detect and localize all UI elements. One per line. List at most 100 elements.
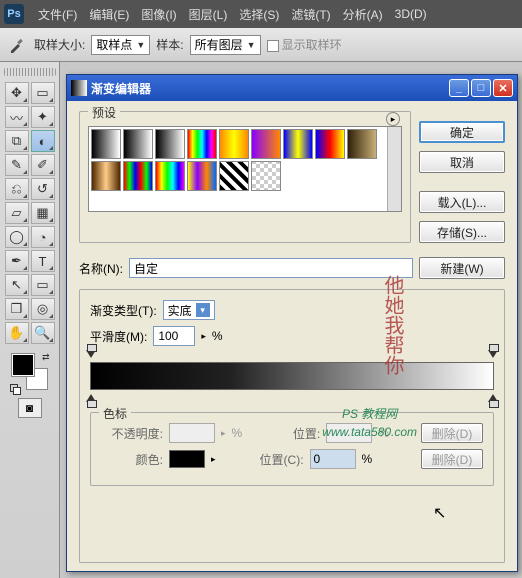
preset-swatch[interactable] [155,161,185,191]
preset-swatch[interactable] [251,161,281,191]
history-brush-tool[interactable]: ↺ [31,178,55,200]
stop-color-swatch[interactable] [169,450,205,468]
brush-tool[interactable]: ✐ [31,154,55,176]
menu-analysis[interactable]: 分析(A) [337,6,389,23]
options-bar: 取样大小: 取样点▼ 样本: 所有图层▼ 显示取样环 [0,28,522,62]
quick-mask-toggle[interactable]: ◙ [18,398,42,418]
preset-swatch[interactable] [155,129,185,159]
foreground-color-swatch[interactable] [12,354,34,376]
menu-filter[interactable]: 滤镜(T) [285,6,336,23]
save-button[interactable]: 存储(S)... [419,221,505,243]
menu-layer[interactable]: 图层(L) [183,6,234,23]
percent-sign: % [362,452,373,466]
color-label: 颜色: [101,451,163,468]
load-button[interactable]: 载入(L)... [419,191,505,213]
healing-brush-tool[interactable]: ✎ [5,154,29,176]
gradient-type-select[interactable]: 实底▾ [163,300,215,320]
sample-layers-select[interactable]: 所有图层▼ [190,35,261,55]
pen-tool[interactable]: ✒ [5,250,29,272]
menu-file[interactable]: 文件(F) [32,6,83,23]
menu-edit[interactable]: 编辑(E) [83,6,135,23]
preset-swatch[interactable] [347,129,377,159]
sample-label: 样本: [156,36,183,53]
stops-group-label: 色标 [99,405,131,422]
ps-logo-icon: Ps [4,4,24,24]
position-label: 位置: [258,425,320,442]
swap-colors-icon[interactable]: ⇄ [42,352,50,363]
preset-swatch[interactable] [91,129,121,159]
toolbox-grip[interactable] [4,68,56,76]
sample-size-select[interactable]: 取样点▼ [91,35,150,55]
opacity-input [169,423,215,443]
preset-group: 预设 ▸ [79,111,411,243]
gradient-tool[interactable]: ▦ [31,202,55,224]
menu-3d[interactable]: 3D(D) [389,7,433,21]
lasso-tool[interactable]: 〰 [5,106,29,128]
name-input[interactable]: 自定 [129,258,413,278]
default-colors-icon[interactable] [10,384,18,392]
preset-menu-icon[interactable]: ▸ [386,112,400,126]
gradient-settings-group: 渐变类型(T): 实底▾ 平滑度(M): 100 ▸ % 色标 不透明度: [79,289,505,563]
3d-tool[interactable]: ❒ [5,298,29,320]
preset-swatch[interactable] [283,129,313,159]
dialog-titlebar[interactable]: 渐变编辑器 _ □ ✕ [67,75,517,101]
color-position-input[interactable]: 0 [310,449,356,469]
hand-tool[interactable]: ✋ [5,322,29,344]
name-label: 名称(N): [79,260,123,277]
percent-label: % [212,329,223,343]
opacity-stop-right[interactable] [488,350,498,360]
opacity-label: 不透明度: [101,425,163,442]
position-c-label: 位置(C): [242,451,304,468]
gradient-bar-editor[interactable] [90,362,494,390]
maximize-button[interactable]: □ [471,79,491,97]
type-tool[interactable]: T [31,250,55,272]
preset-group-label: 预设 [88,104,120,121]
preset-swatch[interactable] [187,161,217,191]
smoothness-label: 平滑度(M): [90,328,147,345]
show-sample-ring-checkbox[interactable]: 显示取样环 [267,36,342,53]
preset-swatch[interactable] [219,129,249,159]
close-button[interactable]: ✕ [493,79,513,97]
gradient-editor-dialog: 渐变编辑器 _ □ ✕ 预设 ▸ [66,74,518,572]
color-swatches[interactable]: ⇄ [12,354,48,390]
preset-swatch[interactable] [123,129,153,159]
zoom-tool[interactable]: 🔍 [31,322,55,344]
new-button[interactable]: 新建(W) [419,257,505,279]
eraser-tool[interactable]: ▱ [5,202,29,224]
clone-stamp-tool[interactable]: ⎌ [5,178,29,200]
shape-tool[interactable]: ▭ [31,274,55,296]
3d-camera-tool[interactable]: ◎ [31,298,55,320]
stops-group: 色标 不透明度: ▸ % 位置: % 删除(D) 颜色: ▸ 位置(C): 0 … [90,412,494,486]
menu-image[interactable]: 图像(I) [135,6,182,23]
preset-swatch[interactable] [219,161,249,191]
gradient-type-label: 渐变类型(T): [90,302,157,319]
minimize-button[interactable]: _ [449,79,469,97]
cancel-button[interactable]: 取消 [419,151,505,173]
preset-swatch[interactable] [123,161,153,191]
move-tool[interactable]: ✥ [5,82,29,104]
preset-swatch[interactable] [91,161,121,191]
dodge-tool[interactable]: ◔ [31,226,55,248]
opacity-stop-left[interactable] [86,350,96,360]
marquee-tool[interactable]: ▭ [31,82,55,104]
magic-wand-tool[interactable]: ✦ [31,106,55,128]
crop-tool[interactable]: ⧉ [5,130,29,152]
path-select-tool[interactable]: ↖ [5,274,29,296]
preset-swatch[interactable] [187,129,217,159]
ok-button[interactable]: 确定 [419,121,505,143]
percent-sign: % [232,426,243,440]
preset-list[interactable] [89,127,387,211]
smoothness-input[interactable]: 100 [153,326,195,346]
eyedropper-icon[interactable] [6,33,28,57]
preset-swatch[interactable] [315,129,345,159]
delete-color-stop-button: 删除(D) [421,449,483,469]
color-stop-right[interactable] [488,392,498,402]
color-stop-left[interactable] [86,392,96,402]
gradient-icon [71,80,87,96]
menu-select[interactable]: 选择(S) [233,6,285,23]
preset-swatch[interactable] [251,129,281,159]
preset-scrollbar[interactable] [387,127,401,211]
eyedropper-tool[interactable]: ◐ [31,130,55,152]
blur-tool[interactable]: ◯ [5,226,29,248]
gradient-preview-bar[interactable] [90,362,494,390]
